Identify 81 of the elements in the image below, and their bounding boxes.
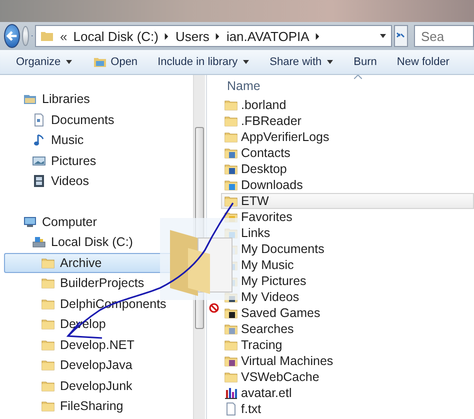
navigation-item[interactable]: BuilderProjects — [4, 273, 193, 294]
text-file-icon — [224, 402, 238, 416]
film-icon — [32, 174, 46, 188]
folder-icon — [224, 98, 238, 112]
folder-icon — [41, 256, 55, 270]
file-item[interactable]: Saved Games — [221, 305, 474, 321]
navigation-item[interactable]: Computer — [4, 212, 193, 232]
folder-icon — [41, 399, 55, 414]
file-item[interactable]: .borland — [221, 97, 474, 113]
folder-icon — [224, 354, 238, 368]
chevron-icon[interactable] — [164, 32, 170, 40]
navigation-item[interactable]: DevelopJava — [4, 355, 193, 376]
toolbar-button[interactable]: Open — [90, 55, 140, 69]
file-item[interactable]: ETW — [221, 193, 474, 209]
folder-icon — [224, 322, 238, 336]
caret-icon — [242, 58, 250, 66]
navigation-item[interactable]: Documents — [4, 110, 193, 130]
chart-file-icon — [224, 386, 238, 400]
sort-caret-icon — [354, 75, 362, 79]
folder-icon — [224, 370, 238, 384]
toolbar-button[interactable]: Share with — [268, 56, 336, 68]
column-header[interactable]: Name — [221, 79, 260, 93]
folder-icon — [41, 358, 55, 372]
drive-icon — [32, 235, 46, 250]
folder-icon — [92, 55, 107, 69]
breadcrumb[interactable]: Users — [175, 28, 210, 44]
caret-icon — [64, 58, 73, 66]
navigation-item[interactable]: FileSharing — [4, 396, 193, 416]
chevron-icon[interactable] — [215, 32, 220, 40]
search-field[interactable]: Sea — [414, 25, 474, 47]
breadcrumb[interactable]: Local Disk (C:) — [73, 28, 158, 44]
folder-icon — [41, 317, 55, 332]
file-item[interactable]: Virtual Machines — [221, 353, 474, 369]
folder-icon — [224, 130, 238, 144]
folder-icon — [224, 194, 238, 208]
back-button[interactable] — [4, 24, 20, 48]
no-drop-icon — [209, 303, 219, 313]
file-item[interactable]: VSWebCache — [221, 369, 474, 385]
dropdown-icon[interactable] — [379, 32, 387, 40]
chevron-icon[interactable] — [315, 32, 320, 40]
toolbar-button[interactable]: Organize — [14, 56, 75, 68]
file-item[interactable]: AppVerifierLogs — [221, 129, 474, 145]
caret-icon — [326, 58, 334, 66]
file-item[interactable]: Contacts — [221, 145, 474, 161]
breadcrumb[interactable]: ian.AVATOPIA — [226, 28, 310, 44]
folder-icon — [41, 276, 55, 290]
navigation-item[interactable]: DevelopJunk — [4, 376, 193, 396]
navigation-item[interactable]: Develop.NET — [4, 334, 193, 355]
folder-icon — [224, 114, 238, 128]
folder-icon — [41, 378, 55, 393]
folder-icon — [41, 338, 55, 352]
folder-icon — [224, 306, 238, 320]
libraries-icon — [23, 92, 37, 106]
computer-icon — [23, 214, 37, 229]
toolbar-button[interactable]: Burn — [352, 56, 379, 68]
folder-icon — [224, 162, 238, 176]
navigation-item[interactable]: Pictures — [4, 150, 193, 171]
file-item[interactable]: f.txt — [221, 401, 474, 417]
back-arrow-icon — [5, 29, 19, 43]
file-item[interactable]: .FBReader — [221, 113, 474, 129]
toolbar-button[interactable]: Include in library — [156, 56, 252, 68]
file-item[interactable]: Downloads — [221, 177, 474, 193]
navigation-item[interactable]: Videos — [4, 171, 193, 192]
navigation-item[interactable]: Libraries — [4, 89, 193, 110]
file-item[interactable]: avatar.etl — [221, 385, 474, 401]
folder-icon — [224, 178, 238, 192]
folder-icon — [41, 296, 55, 311]
folder-icon — [40, 29, 54, 43]
toolbar-button[interactable]: New folder — [394, 56, 452, 68]
file-item[interactable]: Tracing — [221, 337, 474, 353]
file-item[interactable]: Searches — [221, 321, 474, 337]
navigation-item[interactable]: Music — [4, 130, 193, 150]
refresh-button[interactable] — [394, 25, 408, 47]
folder-icon — [224, 146, 238, 160]
address-field[interactable]: « Local Disk (C:) Users ian.AVATOPIA — [35, 25, 392, 47]
picture-icon — [32, 154, 46, 168]
folder-icon — [224, 338, 238, 352]
file-item[interactable]: Desktop — [221, 161, 474, 177]
navigation-item[interactable]: Local Disk (C:) — [4, 232, 193, 252]
document-icon — [32, 112, 46, 127]
music-note-icon — [32, 133, 46, 148]
